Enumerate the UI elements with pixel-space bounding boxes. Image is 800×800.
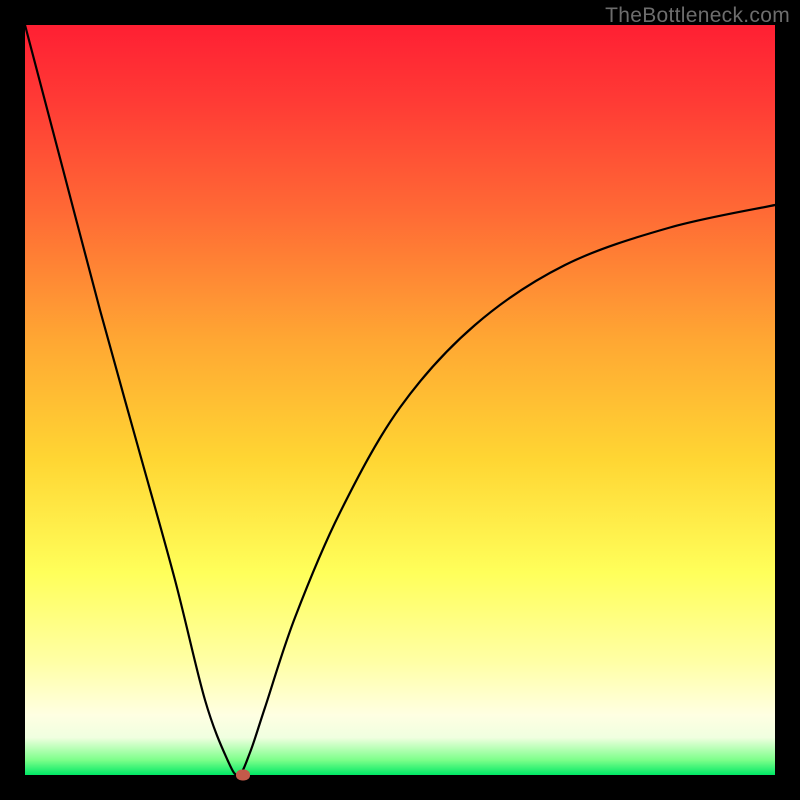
bottleneck-curve	[25, 25, 775, 775]
plot-area	[25, 25, 775, 775]
optimal-point-marker	[236, 770, 250, 781]
chart-frame: TheBottleneck.com	[0, 0, 800, 800]
